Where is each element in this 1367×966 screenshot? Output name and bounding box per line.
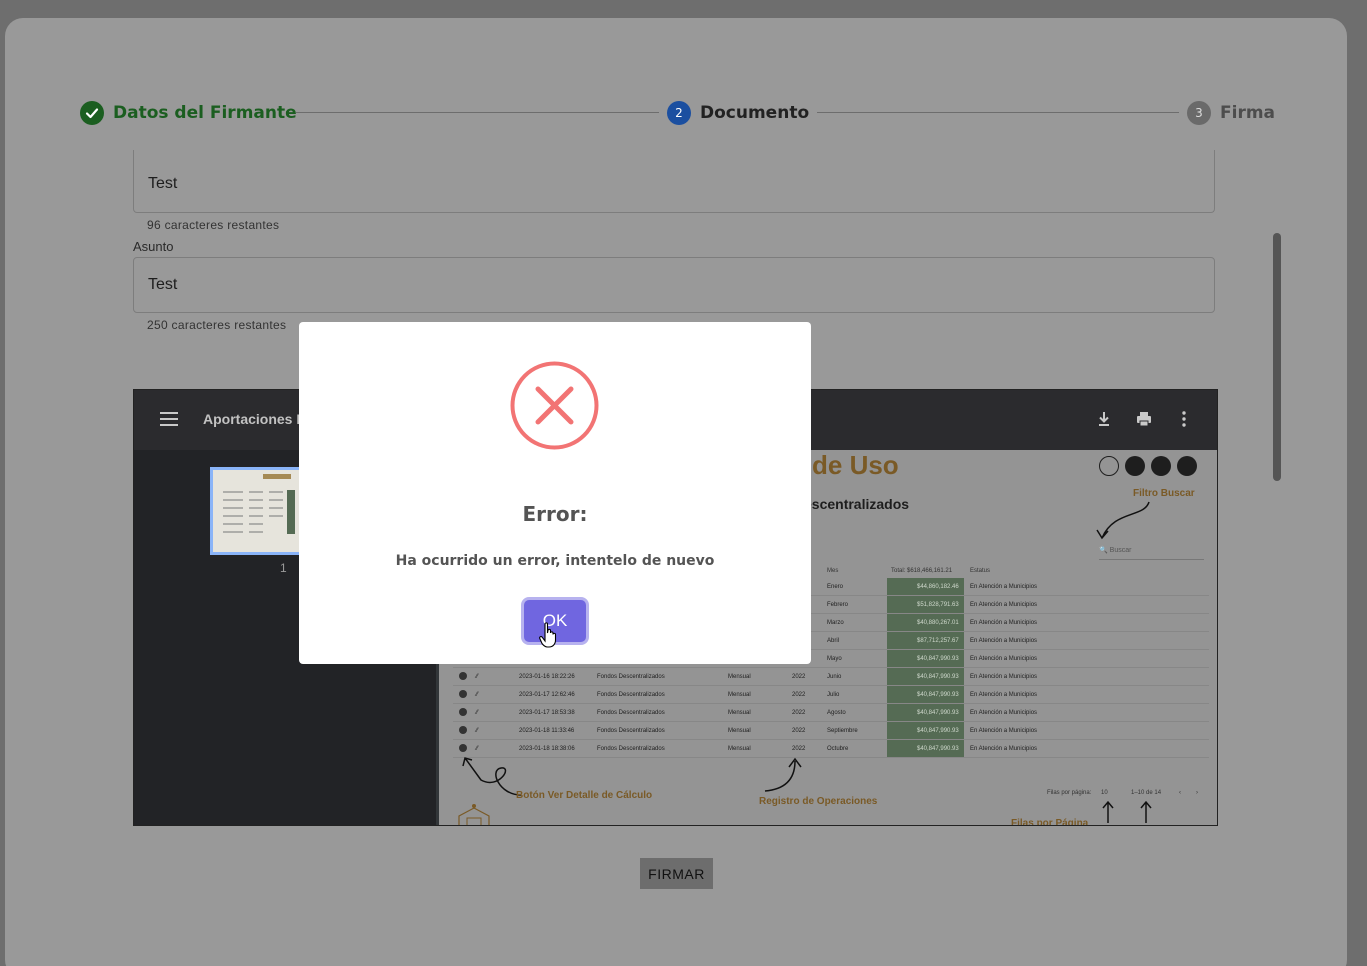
table-row: ⁄⁄ 2023-01-16 18:22:26 Fondos Descentraliz… — [453, 668, 1209, 686]
rows-per-page-label: Filas por página: — [1047, 790, 1092, 796]
trend-icon: ⁄⁄ — [476, 710, 479, 716]
step-number: 3 — [1187, 101, 1211, 125]
table-row: ⁄⁄ 2023-01-17 12:62:46 Fondos Descentraliz… — [453, 686, 1209, 704]
step-firma: 3 Firma — [1187, 100, 1275, 126]
search-placeholder: Buscar — [1109, 547, 1132, 554]
text-field-value: Test — [148, 175, 178, 192]
page-subheading: escentralizados — [804, 496, 910, 512]
char-counter: 96 caracteres restantes — [147, 218, 280, 232]
menu-icon[interactable] — [160, 412, 178, 426]
annotation-filas: Filas por Página — [1011, 818, 1089, 826]
arrow-icon — [764, 757, 802, 792]
step-connector — [296, 112, 659, 113]
rows-per-page-value: 10 — [1101, 790, 1108, 796]
asunto-field-value: Test — [148, 276, 178, 293]
trend-icon: ⁄⁄ — [476, 674, 479, 680]
hand-cursor-icon — [539, 622, 557, 648]
step-label: Firma — [1220, 103, 1276, 123]
page-heading: de Uso — [812, 450, 899, 480]
step-datos-firmante: Datos del Firmante — [80, 100, 297, 126]
arrow-up-icon — [1102, 800, 1114, 823]
page-thumbnail[interactable] — [210, 467, 302, 555]
dialog-message: Ha ocurrido un error, intentelo de nuevo — [395, 553, 715, 569]
trend-icon: ⁄⁄ — [476, 728, 479, 734]
asunto-char-counter: 250 caracteres restantes — [147, 318, 287, 332]
circle-icon — [1099, 456, 1119, 476]
table-row: ⁄⁄ 2023-01-18 11:33:46 Fondos Descentraliz… — [453, 722, 1209, 740]
table-row: ⁄⁄ 2023-01-18 18:38:06 Fondos Descentraliz… — [453, 740, 1209, 758]
firmar-button[interactable]: FIRMAR — [640, 858, 713, 889]
page-search: 🔍 Buscar — [1099, 546, 1204, 560]
dialog-title: Error: — [522, 502, 588, 526]
text-field[interactable]: Test — [133, 150, 1215, 213]
info-icon — [459, 672, 467, 680]
stepper: Datos del Firmante 2 Documento 3 Firma — [80, 100, 1275, 126]
asunto-label: Asunto — [133, 239, 174, 254]
step-label: Datos del Firmante — [113, 103, 297, 123]
step-documento: 2 Documento — [667, 100, 809, 126]
print-icon[interactable] — [1134, 409, 1154, 429]
header-mes: Mes — [827, 568, 839, 574]
more-vert-icon[interactable] — [1174, 409, 1194, 429]
seal-logo-icon — [458, 804, 490, 825]
annotation-registro: Registro de Operaciones — [759, 796, 878, 807]
scrollbar[interactable] — [1273, 233, 1281, 481]
table-row: ⁄⁄ 2023-01-17 18:53:38 Fondos Descentraliz… — [453, 704, 1209, 722]
step-label: Documento — [700, 103, 810, 123]
step-number: 2 — [667, 101, 691, 125]
header-total: Total: $618,466,161.21 — [891, 568, 953, 574]
download-icon[interactable] — [1094, 409, 1114, 429]
calendar-icon — [1151, 456, 1171, 476]
header-estatus: Estatus — [970, 568, 991, 574]
annotation-filtro: Filtro Buscar — [1133, 488, 1195, 499]
annotation-detalle: Botón Ver Detalle de Cálculo — [516, 790, 653, 801]
chevron-right-icon: › — [1196, 790, 1198, 796]
info-icon — [459, 726, 467, 734]
arrow-up-icon — [1140, 800, 1152, 823]
asunto-field[interactable]: Test — [133, 257, 1215, 313]
error-x-icon — [510, 361, 599, 450]
error-dialog: Error: Ha ocurrido un error, intentelo d… — [299, 322, 811, 664]
bell-icon — [1125, 456, 1145, 476]
info-icon — [459, 690, 467, 698]
page-range: 1–10 de 14 — [1131, 790, 1162, 796]
page-top-icons — [1099, 456, 1197, 476]
help-icon — [1177, 456, 1197, 476]
arrow-icon — [1096, 501, 1150, 540]
pdf-title: Aportaciones Es — [203, 411, 314, 427]
check-icon — [80, 101, 104, 125]
info-icon — [459, 708, 467, 716]
step-connector — [817, 112, 1179, 113]
chevron-left-icon: ‹ — [1179, 790, 1181, 796]
page-number: 1 — [280, 561, 287, 575]
trend-icon: ⁄⁄ — [476, 692, 479, 698]
